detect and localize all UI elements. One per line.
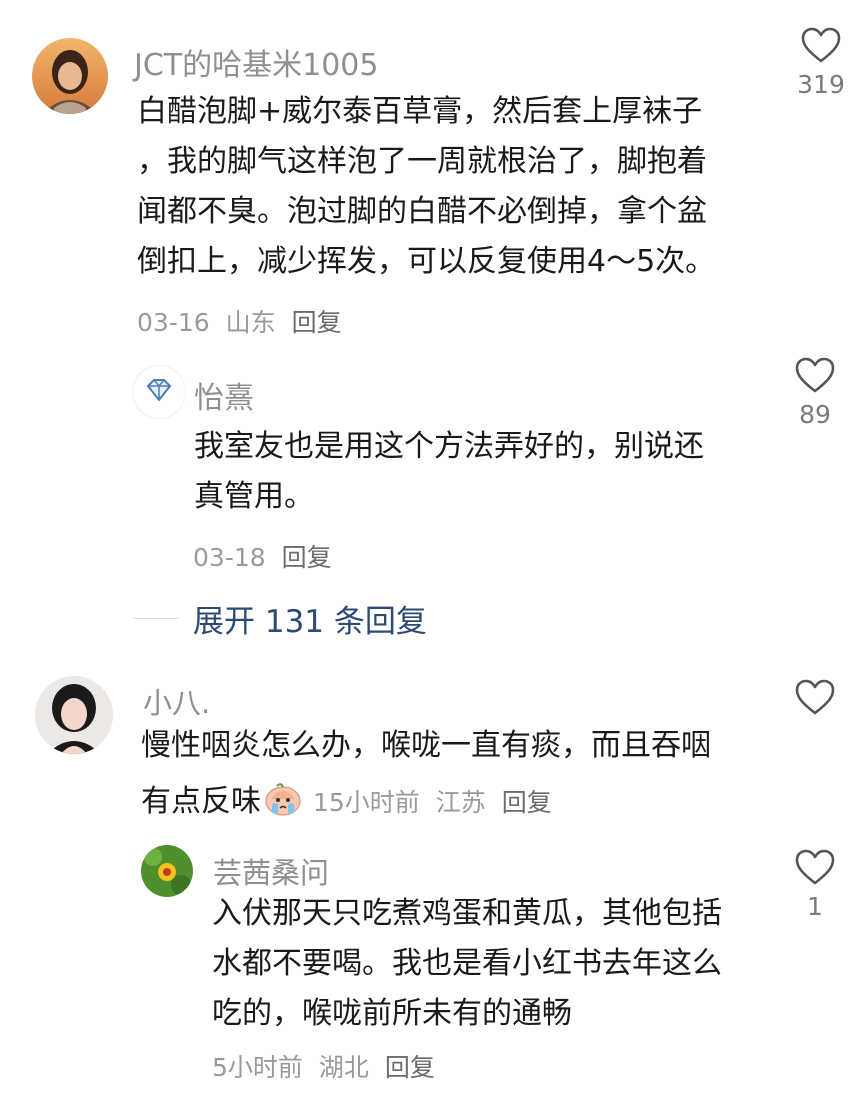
comment-line: 入伏那天只吃煮鸡蛋和黄瓜，其他包括 (212, 896, 722, 931)
commenter-name[interactable]: 怡熹 (194, 373, 254, 417)
heart-icon (801, 27, 841, 63)
comment-meta: 15小时前 江苏 回复 (313, 790, 560, 815)
comment-time: 5小时前 (212, 1053, 303, 1082)
avatar-yixi[interactable] (133, 366, 185, 418)
expand-replies[interactable]: 展开 131 条回复 (133, 596, 427, 640)
diamond-icon (147, 379, 171, 401)
heart-icon (795, 849, 835, 885)
divider (133, 617, 179, 619)
like-button[interactable]: 89 (784, 356, 846, 429)
comment-meta: 03-16 山东 回复 (137, 303, 350, 339)
avatar-yunxi[interactable] (141, 845, 193, 897)
reply-button[interactable]: 回复 (385, 1053, 435, 1082)
comment-date: 03-16 (137, 308, 210, 337)
comment-line: 水都不要喝。我也是看小红书去年这么 (212, 946, 722, 981)
comment-location: 山东 (225, 308, 276, 337)
comment-location: 江苏 (435, 787, 486, 817)
avatar-xiaoba[interactable] (35, 676, 113, 754)
comment-line: 倒扣上，减少挥发，可以反复使用4～5次。 (137, 244, 716, 279)
comment-line: 吃的，喉咙前所未有的通畅 (212, 996, 572, 1031)
comment-line: ，我的脚气这样泡了一周就根治了，脚抱着 (137, 144, 707, 179)
comment-line: 白醋泡脚+威尔泰百草膏，然后套上厚袜子 (137, 94, 703, 129)
like-count: 319 (797, 70, 845, 99)
heart-icon (795, 679, 835, 715)
reply-button[interactable]: 回复 (502, 788, 552, 817)
reply-button[interactable]: 回复 (282, 543, 332, 572)
comment-line: 有点反味 (141, 784, 261, 819)
comment-text: 入伏那天只吃煮鸡蛋和黄瓜，其他包括 水都不要喝。我也是看小红书去年这么 吃的，喉… (212, 899, 722, 1049)
like-count: 89 (799, 400, 831, 429)
crying-emoji-icon (263, 781, 303, 823)
comment-meta: 5小时前 湖北 回复 (212, 1048, 443, 1084)
comment-text-last-line: 有点反味 15小时前 江苏 回复 (141, 781, 560, 823)
expand-replies-label[interactable]: 展开 131 条回复 (193, 596, 427, 641)
avatar-jct[interactable] (32, 38, 108, 114)
comment-date: 03-18 (193, 543, 266, 572)
comment-meta: 03-18 回复 (193, 538, 340, 574)
comment-line: 慢性咽炎怎么办，喉咙一直有痰，而且吞咽 (141, 728, 711, 763)
like-button[interactable]: 319 (790, 26, 852, 99)
like-button[interactable]: 1 (784, 848, 846, 921)
comment-line: 真管用。 (194, 479, 314, 514)
commenter-name[interactable]: JCT的哈基米1005 (134, 40, 378, 84)
comment-line: 我室友也是用这个方法弄好的，别说还 (194, 429, 704, 464)
commenter-name[interactable]: 小八. (143, 680, 210, 722)
reply-button[interactable]: 回复 (292, 308, 342, 337)
commenter-name[interactable]: 芸茜桑问 (213, 850, 329, 892)
heart-icon (795, 357, 835, 393)
like-count: 1 (807, 892, 823, 921)
comment-time: 15小时前 (313, 787, 420, 817)
like-button[interactable] (784, 678, 846, 716)
comment-text: 白醋泡脚+威尔泰百草膏，然后套上厚袜子 ，我的脚气这样泡了一周就根治了，脚抱着 … (137, 97, 715, 297)
comment-text: 我室友也是用这个方法弄好的，别说还 真管用。 (194, 432, 704, 532)
comment-line: 闻都不臭。泡过脚的白醋不必倒掉，拿个盆 (137, 194, 707, 229)
comment-location: 湖北 (318, 1053, 369, 1082)
comment-text: 慢性咽炎怎么办，喉咙一直有痰，而且吞咽 (141, 731, 711, 781)
